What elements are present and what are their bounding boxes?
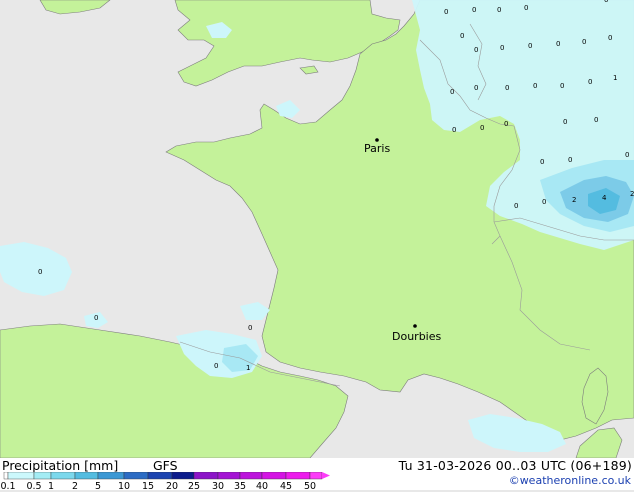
- precip-value: 0: [214, 362, 218, 370]
- precip-value: 4: [602, 194, 607, 202]
- map-footer: Precipitation [mm] GFS Tu 31-03-2026 00.…: [0, 458, 634, 492]
- color-scale-segment: [50, 472, 76, 480]
- color-scale-segment: [123, 472, 149, 480]
- color-scale-segment: [261, 472, 287, 480]
- precip-value: 0: [480, 124, 484, 132]
- precip-value: 0: [450, 88, 454, 96]
- precip-value: 0: [582, 38, 586, 46]
- precip-value: 0: [556, 40, 560, 48]
- color-scale-segment: [7, 472, 35, 480]
- color-scale-tick-label: 30: [211, 481, 225, 492]
- precip-value: 0: [528, 42, 532, 50]
- precip-value: 0: [568, 156, 572, 164]
- precip-value: 0: [604, 0, 608, 4]
- precipitation-map: Paris Dourbies 0 0 0 0 0 0 0 0 0 0 0 0 0 0 0 0 0 0 0 0 0 0 0 0 0…: [0, 0, 634, 458]
- color-scale-arrow: [322, 472, 330, 479]
- precip-value: 0: [625, 151, 629, 159]
- color-scale-segment: [33, 472, 52, 480]
- precip-value: 0: [588, 78, 592, 86]
- precip-value: 0: [474, 46, 478, 54]
- color-scale-segment: [171, 472, 195, 480]
- color-scale-segment: [309, 472, 323, 480]
- color-scale-tick-label: 15: [141, 481, 155, 492]
- color-scale-segment: [217, 472, 241, 480]
- color-scale-tick-label: 25: [187, 481, 201, 492]
- precip-value: 0: [563, 118, 567, 126]
- color-scale-segment: [74, 472, 99, 480]
- color-scale-tick-label: 40: [255, 481, 269, 492]
- precip-value: 0: [542, 198, 546, 206]
- color-scale: [3, 472, 330, 480]
- precip-value: 0: [474, 84, 478, 92]
- color-scale-segment: [285, 472, 311, 480]
- color-scale-tick-label: 2: [71, 481, 79, 492]
- color-scale-tick-label: 0.1: [0, 481, 16, 492]
- color-scale-tick-label: 50: [303, 481, 317, 492]
- precip-value: 0: [533, 82, 537, 90]
- color-scale-tick-label: 10: [117, 481, 131, 492]
- precip-value: 0: [504, 120, 508, 128]
- color-scale-tick-label: 0.5: [26, 481, 42, 492]
- precip-value: 0: [248, 324, 252, 332]
- color-scale-tick-label: 1: [47, 481, 55, 492]
- precip-value: 0: [540, 158, 544, 166]
- precip-value: 0: [460, 32, 464, 40]
- paris-label: Paris: [364, 142, 390, 155]
- precip-value: 0: [444, 8, 448, 16]
- model-name: GFS: [153, 458, 178, 473]
- color-scale-segment: [239, 472, 263, 480]
- precip-value: 0: [608, 34, 612, 42]
- precip-value: 2: [572, 196, 576, 204]
- color-scale-segment: [193, 472, 219, 480]
- map-title: Precipitation [mm]: [2, 458, 119, 473]
- site-credit[interactable]: ©weatheronline.co.uk: [509, 474, 631, 487]
- valid-time: Tu 31-03-2026 00..03 UTC (06+189): [398, 458, 632, 473]
- precip-value: 0: [524, 4, 528, 12]
- color-scale-segment: [97, 472, 125, 480]
- precip-value: 0: [560, 82, 564, 90]
- precip-value: 0: [500, 44, 504, 52]
- precip-value: 0: [514, 202, 518, 210]
- color-scale-segment: [147, 472, 173, 480]
- dourbies-label: Dourbies: [392, 330, 442, 343]
- precip-value: 0: [472, 6, 476, 14]
- color-scale-segment: [3, 472, 9, 480]
- precip-value: 1: [613, 74, 617, 82]
- precip-value: 1: [246, 364, 250, 372]
- precip-value: 0: [94, 314, 98, 322]
- color-scale-tick-label: 45: [279, 481, 293, 492]
- precip-value: 0: [497, 6, 501, 14]
- dourbies-marker: [413, 324, 417, 328]
- precip-value: 0: [452, 126, 456, 134]
- color-scale-tick-label: 35: [233, 481, 247, 492]
- precip-value: 0: [594, 116, 598, 124]
- precip-value: 0: [505, 84, 509, 92]
- precip-value: 0: [38, 268, 42, 276]
- precip-value: 2: [630, 190, 634, 198]
- color-scale-tick-label: 20: [165, 481, 179, 492]
- color-scale-tick-label: 5: [94, 481, 102, 492]
